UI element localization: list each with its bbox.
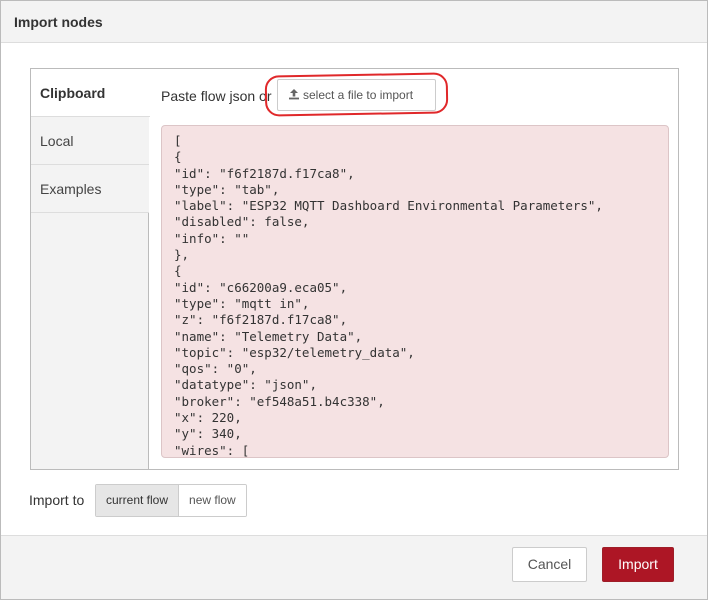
import-sidebar: Clipboard Local Examples: [31, 69, 150, 469]
dialog-header: Import nodes: [1, 1, 707, 43]
tab-clipboard[interactable]: Clipboard: [31, 69, 150, 117]
paste-flow-label: Paste flow json or: [161, 88, 272, 104]
new-flow-button[interactable]: new flow: [179, 485, 246, 516]
upload-icon: [289, 89, 299, 100]
flow-json-textarea[interactable]: [ { "id": "f6f2187d.f17ca8", "type": "ta…: [161, 125, 669, 458]
current-flow-button[interactable]: current flow: [96, 485, 180, 516]
dialog-body: Clipboard Local Examples Paste flow json…: [1, 44, 707, 535]
dialog-title: Import nodes: [14, 14, 103, 30]
import-nodes-dialog: Import nodes Clipboard Local Examples Pa…: [0, 0, 708, 600]
dialog-footer: Cancel Import: [1, 535, 707, 599]
select-file-label: select a file to import: [303, 88, 414, 102]
import-to-toggle: current flow new flow: [95, 484, 247, 517]
tab-examples[interactable]: Examples: [31, 165, 149, 213]
import-button[interactable]: Import: [602, 547, 674, 582]
select-file-button[interactable]: select a file to import: [277, 79, 436, 111]
import-panel: Clipboard Local Examples Paste flow json…: [30, 68, 679, 470]
tab-local[interactable]: Local: [31, 117, 149, 165]
cancel-button[interactable]: Cancel: [512, 547, 587, 582]
import-to-label: Import to: [29, 492, 85, 508]
